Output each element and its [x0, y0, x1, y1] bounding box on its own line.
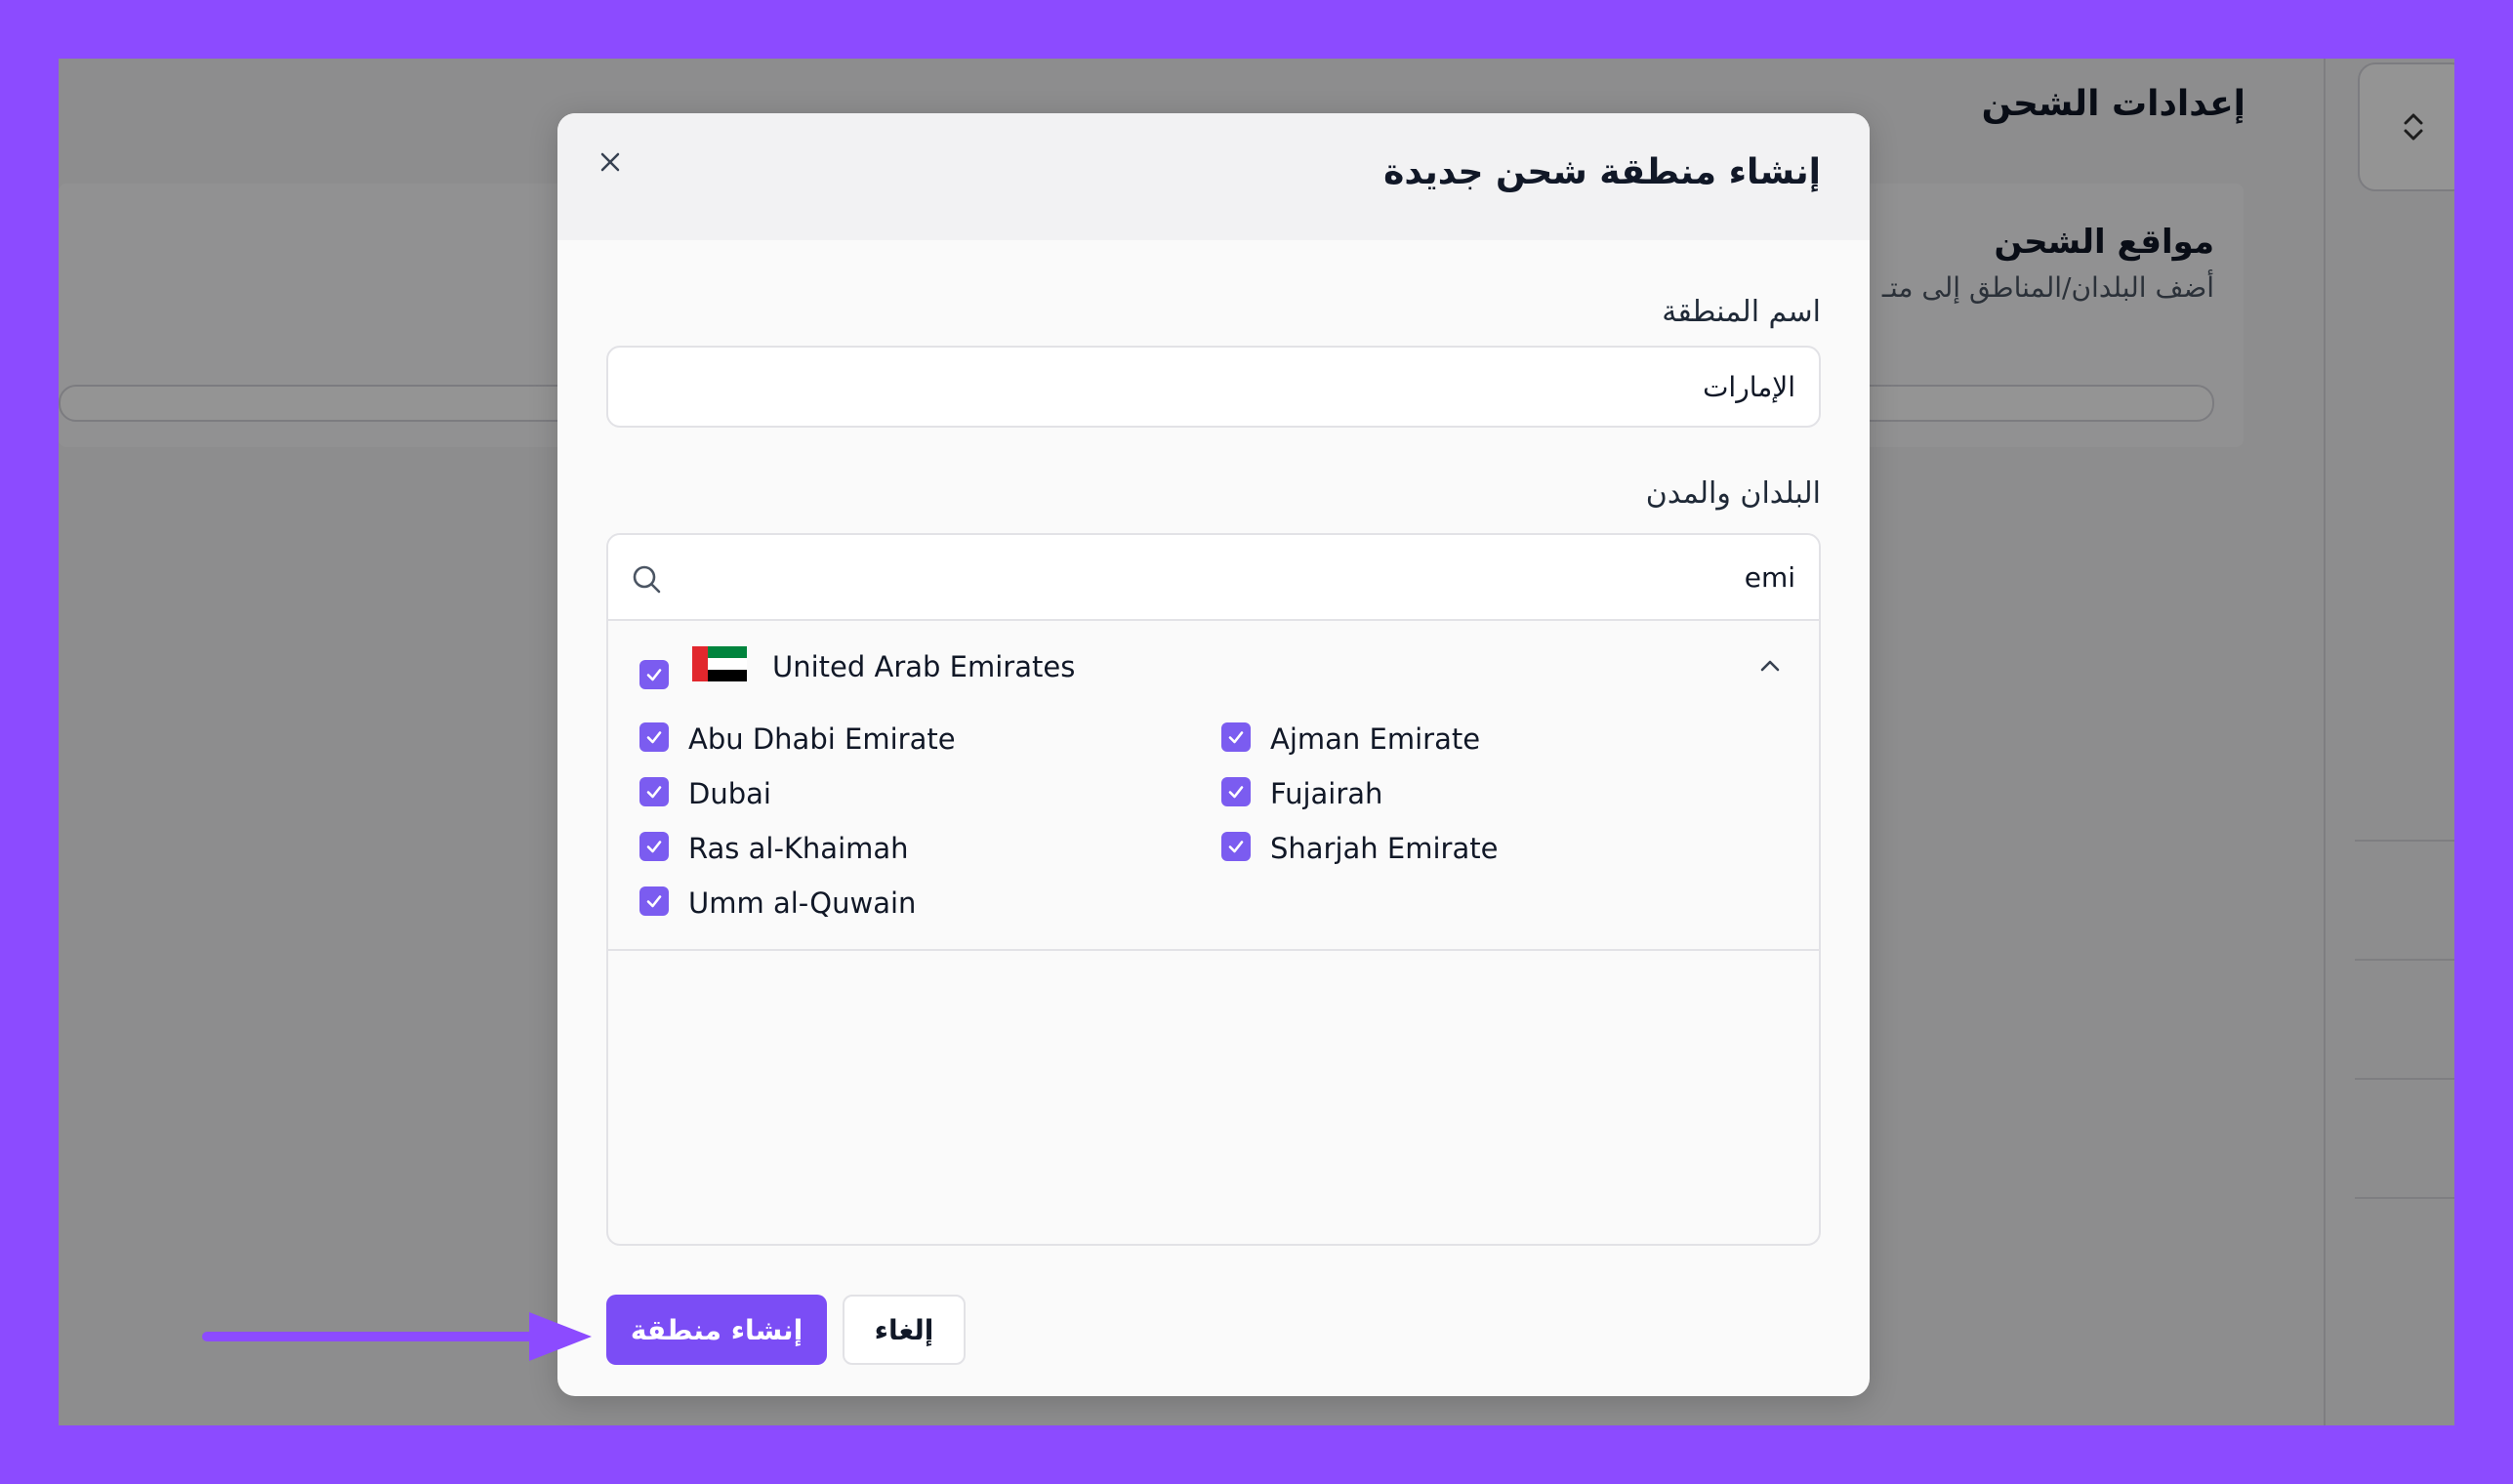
- country-search-input[interactable]: [677, 543, 1795, 611]
- country-name: United Arab Emirates: [772, 650, 1076, 683]
- checkmark-icon: [646, 669, 662, 681]
- region-label: Fujairah: [1270, 777, 1383, 810]
- country-row-uae[interactable]: United Arab Emirates: [608, 621, 1819, 709]
- region-label: Dubai: [688, 777, 771, 810]
- country-search-row: [608, 535, 1819, 621]
- region-checkbox[interactable]: [639, 832, 669, 861]
- create-zone-dialog: إنشاء منطقة شحن جديدة اسم المنطقة البلدا…: [557, 113, 1870, 1396]
- region-label: Sharjah Emirate: [1270, 832, 1499, 865]
- region-checkbox[interactable]: [1221, 777, 1251, 806]
- checkmark-icon: [646, 731, 662, 744]
- region-label: Ras al-Khaimah: [688, 832, 909, 865]
- country-checkbox[interactable]: [639, 660, 669, 689]
- dialog-title: إنشاء منطقة شحن جديدة: [1383, 152, 1821, 192]
- group-divider: [608, 949, 1819, 951]
- checkmark-icon: [646, 841, 662, 853]
- create-zone-button[interactable]: إنشاء منطقة: [606, 1295, 827, 1365]
- cancel-button[interactable]: إلغاء: [843, 1295, 966, 1365]
- region-checkbox[interactable]: [639, 722, 669, 752]
- region-checkbox[interactable]: [1221, 832, 1251, 861]
- checkmark-icon: [1228, 731, 1244, 744]
- region-checkbox[interactable]: [1221, 722, 1251, 752]
- countries-selector: United Arab Emirates Abu Dhabi Emirate A…: [606, 533, 1821, 1246]
- checkmark-icon: [646, 895, 662, 908]
- dialog-header: إنشاء منطقة شحن جديدة: [557, 113, 1870, 240]
- close-icon: [600, 152, 620, 172]
- close-button[interactable]: [591, 143, 630, 182]
- countries-label: البلدان والمدن: [1645, 476, 1821, 511]
- region-checkbox[interactable]: [639, 777, 669, 806]
- region-label: Ajman Emirate: [1270, 722, 1481, 756]
- zone-name-label: اسم المنطقة: [1662, 295, 1821, 329]
- chevron-up-icon[interactable]: [1754, 650, 1786, 681]
- uae-flag-icon: [692, 646, 747, 681]
- checkmark-icon: [646, 786, 662, 799]
- zone-name-input[interactable]: [606, 346, 1821, 428]
- region-checkbox[interactable]: [639, 886, 669, 916]
- region-label: Umm al-Quwain: [688, 886, 917, 920]
- search-icon: [633, 565, 661, 594]
- arrow-pointer-icon: [202, 1312, 592, 1361]
- checkmark-icon: [1228, 786, 1244, 799]
- region-label: Abu Dhabi Emirate: [688, 722, 956, 756]
- checkmark-icon: [1228, 841, 1244, 853]
